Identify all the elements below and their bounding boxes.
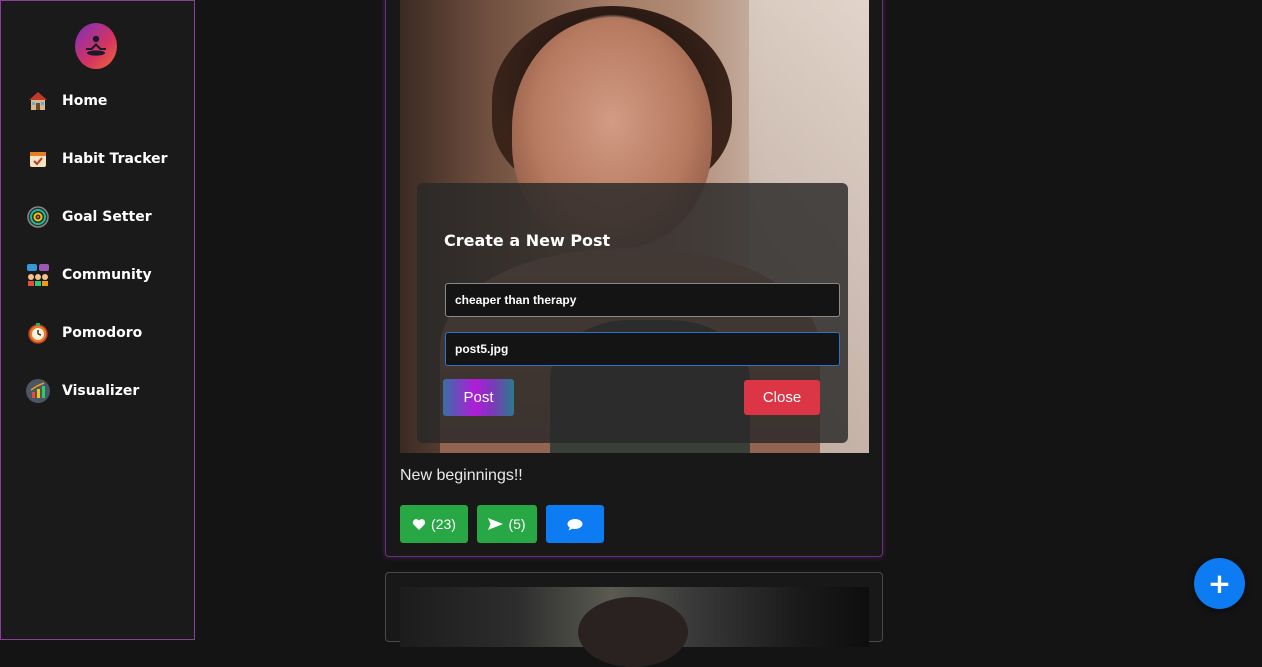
- target-icon: [25, 204, 51, 230]
- sidebar-item-label: Habit Tracker: [62, 151, 168, 167]
- add-post-button[interactable]: +: [1194, 558, 1245, 609]
- share-button[interactable]: (5): [477, 505, 537, 543]
- sidebar-item-label: Community: [62, 267, 152, 283]
- timer-icon: [25, 320, 51, 346]
- share-count: (5): [508, 516, 526, 532]
- sidebar-item-goal-setter[interactable]: Goal Setter: [25, 201, 152, 233]
- like-button[interactable]: (23): [400, 505, 468, 543]
- like-count: (23): [431, 516, 456, 532]
- chart-icon: [25, 378, 51, 404]
- close-button[interactable]: Close: [744, 380, 820, 415]
- caption-input[interactable]: [445, 283, 840, 317]
- sidebar-item-label: Pomodoro: [62, 325, 143, 341]
- heart-icon: [412, 518, 426, 530]
- send-arrow-icon: [488, 518, 504, 530]
- sidebar-item-pomodoro[interactable]: Pomodoro: [25, 317, 142, 349]
- sidebar-item-visualizer[interactable]: Visualizer: [25, 375, 139, 407]
- comment-icon: [567, 518, 583, 530]
- post-image: [400, 587, 869, 667]
- post-caption: New beginnings!!: [400, 467, 523, 484]
- post-button[interactable]: Post: [443, 379, 514, 416]
- modal-title: Create a New Post: [444, 231, 611, 250]
- people-chat-icon: [25, 262, 51, 288]
- sidebar-item-home[interactable]: Home: [25, 85, 107, 117]
- sidebar-item-community[interactable]: Community: [25, 259, 152, 291]
- logo-meditation-icon[interactable]: [75, 23, 117, 69]
- sidebar-item-label: Goal Setter: [62, 209, 152, 225]
- image-filename-input[interactable]: [445, 332, 840, 366]
- create-post-modal: Create a New Post Post Close: [417, 183, 848, 443]
- sidebar: Home Habit Tracker Goal Setter Community…: [0, 0, 195, 640]
- sidebar-item-label: Visualizer: [62, 383, 140, 399]
- sidebar-item-label: Home: [62, 93, 108, 109]
- house-icon: [25, 88, 51, 114]
- comment-button[interactable]: [546, 505, 604, 543]
- calendar-check-icon: [25, 146, 51, 172]
- sidebar-item-habit-tracker[interactable]: Habit Tracker: [25, 143, 168, 175]
